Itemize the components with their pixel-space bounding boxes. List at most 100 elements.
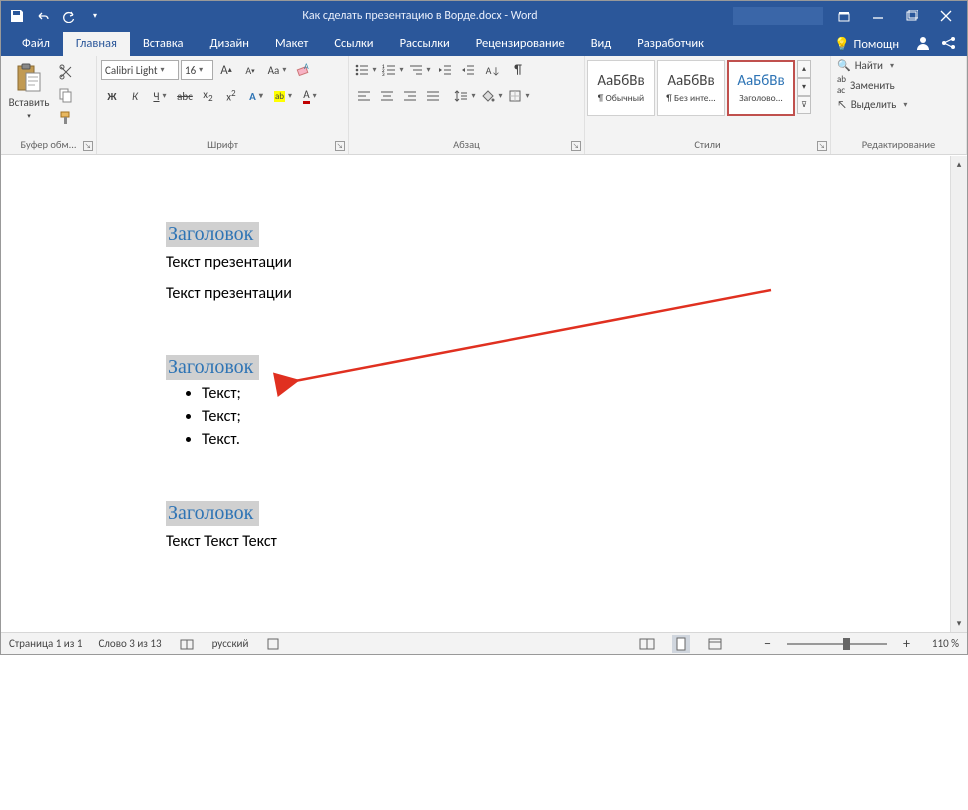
language-indicator[interactable]: русский (212, 637, 249, 650)
document-page[interactable]: Заголовок Текст презентации Текст презен… (1, 156, 950, 632)
bullets-button[interactable]: ▾ (353, 59, 379, 81)
align-center-button[interactable] (376, 85, 398, 107)
multilevel-button[interactable]: ▾ (407, 59, 433, 81)
minimize-button[interactable] (861, 5, 895, 27)
chevron-down-icon: ▾ (498, 91, 502, 101)
decrease-indent-button[interactable] (434, 59, 456, 81)
zoom-slider[interactable] (787, 643, 887, 645)
scroll-up-button[interactable]: ▴ (951, 156, 967, 173)
zoom-out-button[interactable]: − (764, 635, 771, 652)
gallery-up-button[interactable]: ▴ (797, 60, 811, 78)
tab-file[interactable]: Файл (9, 32, 63, 56)
accessibility-button[interactable] (264, 635, 282, 653)
account-badge[interactable] (733, 7, 823, 25)
tab-developer[interactable]: Разработчик (624, 32, 717, 56)
italic-button[interactable]: К (124, 85, 146, 107)
highlight-button[interactable]: ab▾ (270, 85, 296, 107)
clear-format-button[interactable]: A (293, 59, 315, 81)
web-layout-button[interactable] (706, 635, 724, 653)
chevron-down-icon: ▾ (288, 91, 292, 101)
grow-font-button[interactable]: A▴ (215, 59, 237, 81)
find-button[interactable]: 🔍Найти▾ (837, 59, 894, 72)
chevron-down-icon: ▾ (372, 65, 376, 75)
gallery-down-button[interactable]: ▾ (797, 78, 811, 96)
ribbon-tabs: Файл Главная Вставка Дизайн Макет Ссылки… (1, 30, 967, 56)
numbering-button[interactable]: 123▾ (380, 59, 406, 81)
change-case-button[interactable]: Aa▾ (263, 59, 291, 81)
align-right-button[interactable] (399, 85, 421, 107)
align-center-icon (380, 89, 394, 103)
ribbon-options-icon[interactable] (827, 5, 861, 27)
user-button[interactable] (913, 33, 933, 53)
spellcheck-button[interactable] (178, 635, 196, 653)
replace-button[interactable]: abacЗаменить (837, 74, 895, 96)
scroll-down-button[interactable]: ▾ (951, 615, 967, 632)
clipboard-icon (13, 62, 45, 94)
font-size-combo[interactable]: 16▾ (181, 60, 213, 80)
superscript-label: x2 (226, 88, 235, 104)
bold-button[interactable]: Ж (101, 85, 123, 107)
tab-mailings[interactable]: Рассылки (387, 32, 463, 56)
font-family-value: Calibri Light (105, 64, 158, 77)
tab-design[interactable]: Дизайн (196, 32, 262, 56)
tab-layout[interactable]: Макет (262, 32, 321, 56)
customize-qat-button[interactable]: ▾ (83, 5, 107, 27)
maximize-button[interactable] (895, 5, 929, 27)
sort-button[interactable]: A↓ (480, 59, 506, 81)
show-marks-button[interactable]: ¶ (507, 59, 529, 81)
justify-button[interactable] (422, 85, 444, 107)
underline-button[interactable]: Ч▾ (147, 85, 173, 107)
zoom-slider-thumb[interactable] (843, 638, 850, 650)
borders-button[interactable]: ▾ (506, 85, 532, 107)
clipboard-dialog-launcher[interactable]: ↘ (83, 141, 93, 151)
zoom-in-button[interactable]: + (903, 635, 910, 652)
shrink-font-button[interactable]: A▾ (239, 59, 261, 81)
tab-view[interactable]: Вид (578, 32, 625, 56)
gallery-more-button[interactable]: ⊽ (797, 96, 811, 114)
tab-home[interactable]: Главная (63, 32, 130, 56)
heading-2: Заголовок (166, 355, 259, 380)
tell-me-search[interactable]: 💡 Помощн (828, 33, 905, 56)
select-button[interactable]: ↖Выделить▾ (837, 98, 907, 111)
style-no-spacing[interactable]: АаБбВв ¶ Без инте... (657, 60, 725, 116)
cursor-icon: ↖ (837, 98, 847, 111)
read-mode-button[interactable] (638, 635, 656, 653)
tab-review[interactable]: Рецензирование (463, 32, 578, 56)
copy-button[interactable] (55, 84, 77, 106)
paste-button[interactable]: Вставить ▾ (5, 59, 53, 120)
vertical-scrollbar[interactable]: ▴ ▾ (950, 156, 967, 632)
subscript-button[interactable]: x2 (197, 85, 219, 107)
close-button[interactable] (929, 5, 963, 27)
text-effects-button[interactable]: A▾ (243, 85, 269, 107)
superscript-button[interactable]: x2 (220, 85, 242, 107)
undo-button[interactable] (31, 5, 55, 27)
redo-button[interactable] (57, 5, 81, 27)
style-normal[interactable]: АаБбВв ¶ Обычный (587, 60, 655, 116)
page-indicator[interactable]: Страница 1 из 1 (9, 637, 82, 650)
font-family-combo[interactable]: Calibri Light▾ (101, 60, 179, 80)
paragraph-dialog-launcher[interactable]: ↘ (571, 141, 581, 151)
zoom-level[interactable]: 110 % (932, 637, 959, 650)
format-painter-button[interactable] (55, 107, 77, 129)
sort-icon: A↓ (486, 64, 501, 77)
group-styles: АаБбВв ¶ Обычный АаБбВв ¶ Без инте... Аа… (585, 56, 831, 154)
strike-button[interactable]: abc (174, 85, 196, 107)
style-heading1[interactable]: АаБбВв Заголово... (727, 60, 795, 116)
tab-insert[interactable]: Вставка (130, 32, 197, 56)
cut-button[interactable] (55, 61, 77, 83)
font-color-button[interactable]: A▾ (297, 85, 323, 107)
increase-indent-button[interactable] (457, 59, 479, 81)
print-layout-button[interactable] (672, 635, 690, 653)
line-spacing-button[interactable]: ▾ (452, 85, 478, 107)
align-left-button[interactable] (353, 85, 375, 107)
shading-button[interactable]: ▾ (479, 85, 505, 107)
quick-access-toolbar: ▾ (5, 5, 107, 27)
font-dialog-launcher[interactable]: ↘ (335, 141, 345, 151)
scroll-thumb[interactable] (951, 173, 967, 615)
word-count[interactable]: Слово 3 из 13 (98, 637, 161, 650)
tab-references[interactable]: Ссылки (321, 32, 386, 56)
share-button[interactable] (939, 33, 959, 53)
share-icon (941, 35, 957, 51)
save-button[interactable] (5, 5, 29, 27)
styles-dialog-launcher[interactable]: ↘ (817, 141, 827, 151)
